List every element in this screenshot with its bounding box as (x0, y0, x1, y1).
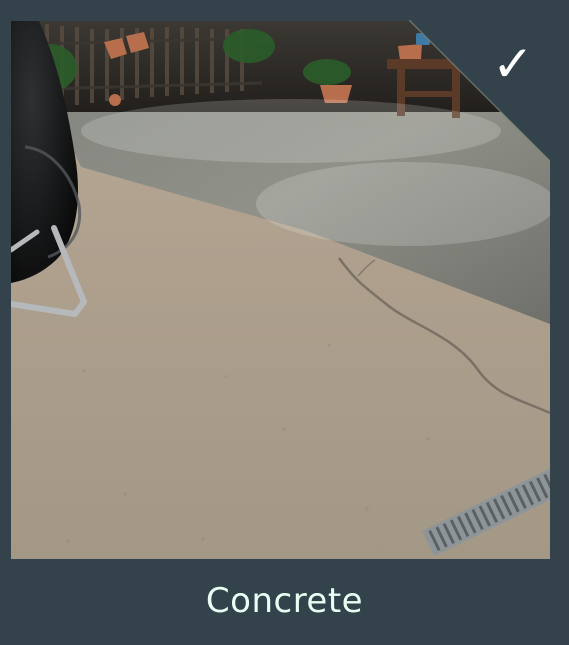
option-label: Concrete (205, 581, 364, 621)
concrete-option-card[interactable]: ✓ Concrete (0, 0, 569, 645)
checkmark-icon: ✓ (492, 35, 534, 93)
